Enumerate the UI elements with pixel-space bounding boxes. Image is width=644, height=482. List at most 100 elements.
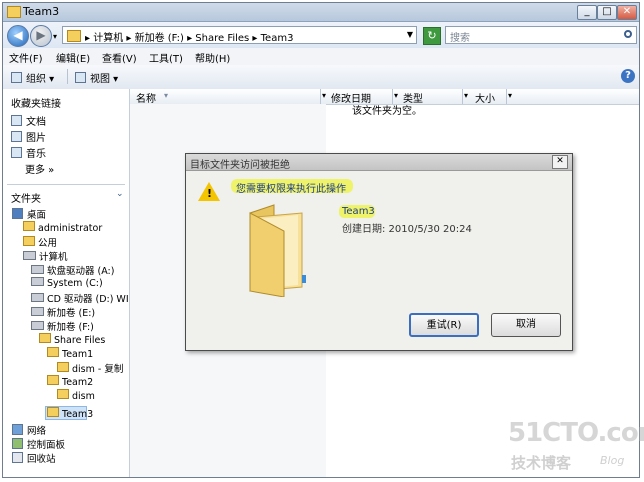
column-size[interactable]: 大小 (475, 90, 495, 105)
tree-item-dism-copy[interactable]: dism - 复制 (57, 361, 123, 375)
favorite-label: 图片 (26, 133, 46, 144)
folder-icon (47, 347, 59, 357)
tree-label: administrator (38, 223, 103, 234)
watermark: 51CTO.com 技术博客 Blog (508, 418, 644, 476)
tree-label: Team2 (62, 377, 94, 388)
empty-folder-message: 该文件夹为空。 (352, 106, 422, 117)
documents-icon (11, 115, 22, 126)
column-separator[interactable] (462, 89, 463, 104)
pictures-icon (11, 131, 22, 142)
title-bar: Team3 _ □ ✕ (3, 3, 639, 22)
refresh-button[interactable]: ↻ (423, 27, 441, 45)
large-folder-icon (249, 204, 306, 297)
favorite-label: 文档 (26, 117, 46, 128)
more-link[interactable]: 更多 » (25, 161, 54, 176)
favorite-label: 音乐 (26, 149, 46, 160)
menu-tools[interactable]: 工具(T) (149, 50, 183, 65)
cancel-button[interactable]: 取消 (491, 313, 561, 337)
address-bar[interactable]: ▸ 计算机 ▸ 新加卷 (F:) ▸ Share Files ▸ Team3 ▼ (62, 26, 417, 44)
hard-drive-icon (31, 307, 44, 316)
tree-item-share-files[interactable]: Share Files (39, 333, 105, 346)
favorite-pictures[interactable]: 图片 (11, 129, 46, 144)
column-filter-icon[interactable]: ▾ (394, 91, 398, 100)
network-icon (12, 424, 23, 435)
menu-edit[interactable]: 编辑(E) (56, 50, 90, 65)
tree-item-administrator[interactable]: administrator (23, 221, 102, 234)
favorite-documents[interactable]: 文档 (11, 113, 46, 128)
tree-item-team2[interactable]: Team2 (47, 375, 93, 388)
column-filter-icon[interactable]: ▾ (508, 91, 512, 100)
tree-label: 网络 (27, 426, 47, 437)
tree-item-volume-e[interactable]: 新加卷 (E:) (31, 305, 95, 319)
tree-item-dism[interactable]: dism (57, 389, 95, 402)
tree-item-team3[interactable]: Team3 (47, 407, 93, 420)
toolbar-divider (67, 69, 68, 84)
organize-button[interactable]: 组织 ▾ (11, 70, 54, 85)
address-path[interactable]: ▸ 计算机 ▸ 新加卷 (F:) ▸ Share Files ▸ Team3 (85, 29, 293, 44)
tree-item-volume-f[interactable]: 新加卷 (F:) (31, 319, 94, 333)
column-filter-icon[interactable]: ▾ (322, 91, 326, 100)
created-date: 创建日期: 2010/5/30 20:24 (342, 224, 472, 235)
folder-icon (39, 333, 51, 343)
column-separator[interactable] (506, 89, 507, 104)
tree-item-desktop[interactable]: 桌面 (12, 207, 46, 221)
minimize-button[interactable]: _ (577, 5, 597, 20)
views-button[interactable]: 视图 ▾ (75, 70, 118, 85)
hard-drive-icon (31, 277, 44, 286)
dialog-message: 您需要权限来执行此操作 (236, 184, 346, 195)
tree-label: 新加卷 (F:) (47, 322, 94, 333)
favorites-title: 收藏夹链接 (11, 99, 61, 110)
chevron-down-icon[interactable]: ▼ (407, 30, 413, 39)
control-panel-icon (12, 438, 23, 449)
menu-help[interactable]: 帮助(H) (195, 50, 230, 65)
menu-file[interactable]: 文件(F) (9, 50, 43, 65)
retry-button[interactable]: 重试(R) (409, 313, 479, 337)
tree-label: Share Files (54, 335, 106, 346)
music-icon (11, 147, 22, 158)
tree-item-computer[interactable]: 计算机 (23, 249, 68, 263)
tree-item-team1[interactable]: Team1 (47, 347, 93, 360)
search-input[interactable]: 搜索 (445, 26, 637, 44)
watermark-blog: Blog (600, 454, 625, 467)
tree-item-recycle-bin[interactable]: 回收站 (12, 451, 56, 465)
recent-pages-dropdown-icon[interactable]: ▾ (53, 32, 57, 41)
access-denied-dialog: 目标文件夹访问被拒绝 ✕ ! 您需要权限来执行此操作 Team3 创建日期: 2… (185, 153, 573, 351)
column-name[interactable]: 名称 (136, 90, 156, 105)
favorite-music[interactable]: 音乐 (11, 145, 46, 160)
tree-item-control-panel[interactable]: 控制面板 (12, 437, 65, 451)
recycle-bin-icon (12, 452, 23, 463)
tree-label: dism - 复制 (72, 364, 124, 375)
command-toolbar: 组织 ▾ 视图 ▾ ? (3, 65, 639, 90)
folder-name: Team3 (342, 206, 375, 217)
menu-view[interactable]: 查看(V) (102, 50, 137, 65)
help-icon[interactable]: ? (621, 69, 635, 83)
dialog-close-button[interactable]: ✕ (552, 155, 568, 169)
views-label: 视图 (90, 74, 110, 85)
search-icon[interactable] (624, 30, 632, 38)
chevron-down-icon[interactable]: ⌄ (116, 189, 124, 199)
tree-item-network[interactable]: 网络 (12, 423, 46, 437)
hard-drive-icon (31, 321, 44, 330)
window-title: Team3 (23, 5, 60, 18)
folder-icon (47, 407, 59, 417)
search-placeholder: 搜索 (450, 33, 470, 44)
column-separator[interactable] (320, 89, 321, 104)
organize-icon (11, 72, 22, 83)
watermark-subtitle: 技术博客 (511, 454, 572, 472)
close-button[interactable]: ✕ (617, 5, 637, 20)
dialog-title-bar: 目标文件夹访问被拒绝 ✕ (186, 154, 572, 171)
forward-button[interactable]: ▶ (30, 25, 52, 47)
watermark-logo: 51CTO.com (508, 418, 644, 448)
column-filter-icon[interactable]: ▾ (464, 91, 468, 100)
tree-label: 控制面板 (27, 440, 66, 451)
folders-title: 文件夹 (11, 194, 41, 205)
desktop-icon (12, 208, 23, 219)
user-folder-icon (23, 221, 35, 231)
back-button[interactable]: ◀ (7, 25, 29, 47)
computer-icon (23, 251, 36, 260)
tree-item-public[interactable]: 公用 (23, 235, 57, 249)
tree-item-cd-drive[interactable]: CD 驱动器 (D:) WI (31, 291, 129, 305)
maximize-button[interactable]: □ (597, 5, 617, 20)
tree-item-system-c[interactable]: System (C:) (31, 277, 103, 289)
tree-item-floppy[interactable]: 软盘驱动器 (A:) (31, 263, 114, 277)
